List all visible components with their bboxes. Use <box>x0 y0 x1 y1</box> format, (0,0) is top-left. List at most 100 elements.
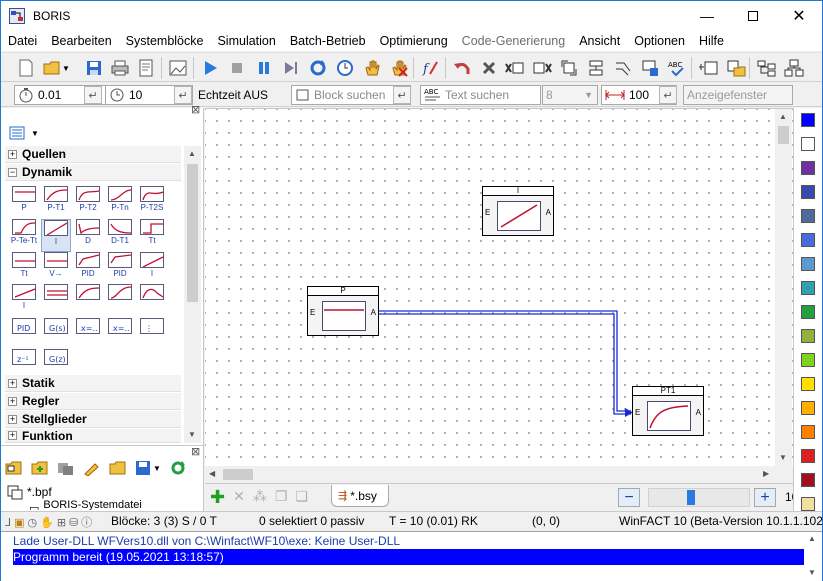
status-lock-icon[interactable]: ▣ <box>14 516 24 529</box>
library-block-7[interactable]: D <box>73 219 103 252</box>
palette-color-swatch[interactable] <box>801 113 815 127</box>
save-button[interactable] <box>83 57 105 79</box>
palette-color-swatch[interactable] <box>801 449 815 463</box>
library-block-6[interactable]: I <box>41 219 71 252</box>
font-size-select[interactable]: 8 ▼ <box>542 85 598 105</box>
library-block-9[interactable]: Tt <box>137 219 167 252</box>
status-grid-icon[interactable]: ⊞ <box>57 516 66 529</box>
library-block-15[interactable]: I <box>9 284 39 317</box>
library-block-19[interactable] <box>137 284 167 317</box>
zoom-in-button[interactable]: + <box>754 488 776 507</box>
menu-code-generierung[interactable]: Code-Generierung <box>455 34 573 48</box>
project-add-icon[interactable] <box>31 460 49 476</box>
zoom-slider-thumb[interactable] <box>687 490 695 505</box>
remove-sheet-icon[interactable]: ✕ <box>233 488 245 505</box>
status-time-icon[interactable]: ◷ <box>28 516 38 529</box>
block-i-output-port[interactable]: A <box>546 208 551 217</box>
block-search-apply-button[interactable]: ↵ <box>393 86 411 104</box>
pause-simulation-button[interactable] <box>253 57 275 79</box>
chevron-down-icon[interactable]: ▼ <box>153 464 161 473</box>
block-pt1[interactable]: PT1 E A <box>632 386 704 436</box>
library-view-button[interactable]: ▼ <box>9 125 43 141</box>
zoom-out-button[interactable]: − <box>618 488 640 507</box>
width-apply-button[interactable]: ↵ <box>659 86 677 104</box>
palette-color-swatch[interactable] <box>801 497 815 511</box>
category-regler[interactable]: + Regler <box>5 393 181 410</box>
start-simulation-button[interactable] <box>199 57 221 79</box>
library-block-11[interactable]: V→ <box>41 252 71 285</box>
library-block-13[interactable]: PID <box>105 252 135 285</box>
palette-color-swatch[interactable] <box>801 377 815 391</box>
block-folder-button[interactable] <box>725 57 747 79</box>
library-block-12[interactable]: PID <box>73 252 103 285</box>
text-search-field[interactable]: ABC Text suchen <box>420 85 541 105</box>
library-block-22[interactable]: x=.. <box>73 318 103 351</box>
palette-color-swatch[interactable] <box>801 401 815 415</box>
block-pt1-input-port[interactable]: E <box>635 408 640 417</box>
menu-ansicht[interactable]: Ansicht <box>572 34 627 48</box>
menu-optionen[interactable]: Optionen <box>627 34 692 48</box>
library-block-10[interactable]: Tt <box>9 252 39 285</box>
add-block-button[interactable] <box>698 57 720 79</box>
palette-color-swatch[interactable] <box>801 281 815 295</box>
paste-sheet-icon[interactable]: ❏ <box>295 488 308 505</box>
library-block-23[interactable]: x=.. <box>105 318 135 351</box>
image-button[interactable] <box>167 57 189 79</box>
hand-button[interactable] <box>361 57 383 79</box>
project-refresh-icon[interactable] <box>169 460 187 476</box>
page-setup-button[interactable] <box>135 57 157 79</box>
realtime-toggle[interactable]: Echtzeit AUS <box>195 85 287 105</box>
block-p[interactable]: P E A <box>307 286 379 336</box>
cut-input-button[interactable] <box>504 57 526 79</box>
rotate-button[interactable] <box>558 57 580 79</box>
palette-color-swatch[interactable] <box>801 353 815 367</box>
status-hand-icon[interactable]: ✋ <box>40 516 54 529</box>
palette-color-swatch[interactable] <box>801 137 815 151</box>
close-button[interactable]: ✕ <box>776 1 822 31</box>
library-block-14[interactable]: I <box>137 252 167 285</box>
library-block-16[interactable] <box>41 284 71 317</box>
log-scrollbar[interactable]: ▲ ▼ <box>804 532 821 581</box>
palette-color-swatch[interactable] <box>801 305 815 319</box>
menu-batch-betrieb[interactable]: Batch-Betrieb <box>283 34 373 48</box>
palette-color-swatch[interactable] <box>801 233 815 247</box>
display-window-field[interactable]: Anzeigefenster <box>683 85 793 105</box>
project-file-item[interactable]: *.bpf <box>7 484 52 500</box>
refresh-button[interactable] <box>307 57 329 79</box>
step-size-apply-button[interactable]: ↵ <box>84 86 102 104</box>
category-statik[interactable]: + Statik <box>5 375 181 392</box>
block-p-output-port[interactable]: A <box>371 308 376 317</box>
category-funktion[interactable]: + Funktion <box>5 429 181 443</box>
palette-color-swatch[interactable] <box>801 329 815 343</box>
palette-color-swatch[interactable] <box>801 425 815 439</box>
menu-hilfe[interactable]: Hilfe <box>692 34 731 48</box>
canvas-horizontal-scrollbar[interactable]: ◀ ▶ <box>205 466 793 483</box>
project-open-icon[interactable] <box>109 460 127 476</box>
status-info-icon[interactable]: ⓘ <box>81 514 92 530</box>
maximize-button[interactable] <box>730 1 776 31</box>
align-button[interactable] <box>585 57 607 79</box>
network-button[interactable] <box>783 57 805 79</box>
stop-simulation-button[interactable] <box>226 57 248 79</box>
library-block-18[interactable] <box>105 284 135 317</box>
library-scroll-thumb[interactable] <box>187 164 198 302</box>
step-simulation-button[interactable] <box>280 57 302 79</box>
library-block-2[interactable]: P-T2 <box>73 186 103 219</box>
new-button[interactable] <box>15 57 37 79</box>
clock-button[interactable] <box>334 57 356 79</box>
spellcheck-button[interactable]: ABC <box>666 57 688 79</box>
library-block-0[interactable]: P <box>9 186 39 219</box>
delete-button[interactable] <box>478 57 500 79</box>
copy-sheet-icon[interactable]: ❐ <box>275 488 288 505</box>
library-block-4[interactable]: P-T2S <box>137 186 167 219</box>
palette-color-swatch[interactable] <box>801 473 815 487</box>
open-button[interactable] <box>41 57 63 79</box>
cut-output-button[interactable] <box>531 57 553 79</box>
menu-datei[interactable]: Datei <box>1 34 44 48</box>
status-mode-icon[interactable]: ⅃ <box>5 516 11 529</box>
add-sheet-icon[interactable]: ✚ <box>210 488 225 506</box>
library-scrollbar[interactable]: ▲ ▼ <box>184 146 201 443</box>
palette-color-swatch[interactable] <box>801 161 815 175</box>
library-block-8[interactable]: D-T1 <box>105 219 135 252</box>
library-block-1[interactable]: P-T1 <box>41 186 71 219</box>
